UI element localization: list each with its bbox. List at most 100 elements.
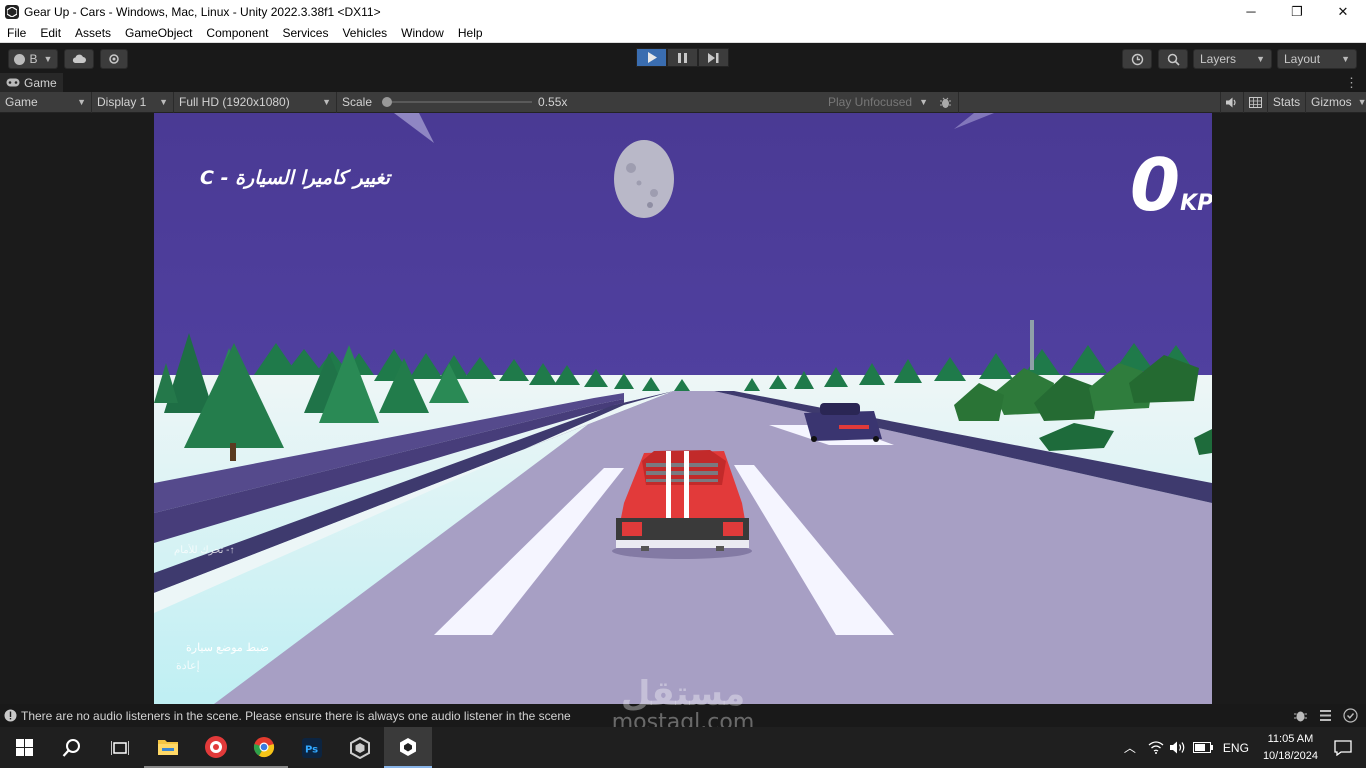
volume-icon[interactable] bbox=[1169, 741, 1187, 754]
clock[interactable]: 11:05 AM 10/18/2024 bbox=[1263, 731, 1318, 765]
display-select-label: Display 1 bbox=[97, 95, 147, 109]
menu-window[interactable]: Window bbox=[394, 26, 451, 40]
task-view-button[interactable] bbox=[96, 727, 144, 768]
play-icon bbox=[647, 52, 657, 63]
chevron-down-icon: ▼ bbox=[919, 97, 928, 107]
wifi-icon[interactable] bbox=[1148, 741, 1164, 754]
play-button[interactable] bbox=[636, 48, 667, 67]
menu-vehicles[interactable]: Vehicles bbox=[335, 26, 394, 40]
battery-icon[interactable] bbox=[1192, 742, 1213, 753]
menu-edit[interactable]: Edit bbox=[33, 26, 68, 40]
taskbar-chrome[interactable] bbox=[240, 727, 288, 768]
folder-icon bbox=[158, 739, 178, 755]
menu-help[interactable]: Help bbox=[451, 26, 490, 40]
search-button[interactable] bbox=[48, 727, 96, 768]
step-icon bbox=[708, 52, 719, 63]
scale-slider[interactable] bbox=[382, 96, 533, 108]
bug-icon[interactable] bbox=[1293, 708, 1308, 723]
step-button[interactable] bbox=[698, 48, 729, 67]
speed-unit: KPH bbox=[1180, 191, 1212, 216]
pause-icon bbox=[678, 52, 687, 63]
play-mode-select[interactable]: Play Unfocused ▼ bbox=[823, 92, 933, 113]
play-controls bbox=[636, 48, 729, 67]
photoshop-icon: Ps bbox=[302, 737, 322, 758]
mute-audio-button[interactable] bbox=[1220, 91, 1244, 113]
windows-logo-icon bbox=[15, 739, 33, 756]
taskbar-screen-recorder[interactable] bbox=[192, 727, 240, 768]
layers-dropdown[interactable]: Layers ▼ bbox=[1193, 49, 1272, 69]
taskbar-file-explorer[interactable] bbox=[144, 727, 192, 768]
aspect-button[interactable] bbox=[1244, 91, 1268, 113]
view-select[interactable]: Game ▼ bbox=[0, 91, 92, 113]
cloud-icon bbox=[72, 54, 86, 63]
gizmos-dropdown[interactable]: Gizmos ▼ bbox=[1306, 92, 1366, 113]
menu-assets[interactable]: Assets bbox=[68, 26, 118, 40]
menu-services[interactable]: Services bbox=[275, 26, 335, 40]
menu-gameobject[interactable]: GameObject bbox=[118, 26, 199, 40]
unity-hub-icon bbox=[350, 736, 370, 759]
chevron-down-icon: ▼ bbox=[322, 97, 331, 107]
chevron-down-icon: ▼ bbox=[1256, 54, 1265, 64]
close-button[interactable]: ✕ bbox=[1320, 0, 1366, 23]
progress-icon[interactable] bbox=[1318, 708, 1333, 723]
history-button[interactable] bbox=[1122, 49, 1152, 69]
maximize-button[interactable]: ❐ bbox=[1274, 0, 1320, 23]
clock-date: 10/18/2024 bbox=[1262, 749, 1318, 762]
chevron-up-icon[interactable]: ︿ bbox=[1124, 739, 1136, 756]
display-select[interactable]: Display 1 ▼ bbox=[92, 91, 174, 113]
notification-icon[interactable] bbox=[1334, 739, 1352, 756]
controls-hint-3: إعادة bbox=[176, 660, 200, 672]
resolution-select[interactable]: Full HD (1920x1080) ▼ bbox=[174, 91, 337, 113]
bug-icon bbox=[940, 97, 951, 108]
search-icon bbox=[1167, 53, 1180, 66]
input-language[interactable]: ENG bbox=[1223, 741, 1249, 755]
checkmark-icon[interactable] bbox=[1343, 708, 1358, 723]
warning-icon bbox=[4, 709, 17, 722]
chevron-down-icon: ▼ bbox=[1357, 97, 1366, 107]
layout-dropdown[interactable]: Layout ▼ bbox=[1277, 49, 1357, 69]
controls-hint-1: ↑- تحرك للأمام bbox=[174, 545, 235, 556]
editor-tab-bar: Game ⋮ bbox=[0, 73, 1366, 92]
layout-label: Layout bbox=[1284, 52, 1321, 66]
minimize-button[interactable]: ─ bbox=[1228, 0, 1274, 23]
clock-time: 11:05 AM bbox=[1267, 732, 1314, 745]
sky bbox=[154, 113, 1212, 393]
game-scene bbox=[154, 113, 1212, 704]
cloud-button[interactable] bbox=[64, 49, 94, 69]
menu-component[interactable]: Component bbox=[199, 26, 275, 40]
svg-text:Ps: Ps bbox=[305, 744, 318, 755]
start-button[interactable] bbox=[0, 727, 48, 768]
chrome-icon bbox=[253, 736, 275, 757]
account-dropdown[interactable]: B ▼ bbox=[8, 49, 58, 69]
search-button[interactable] bbox=[1158, 49, 1188, 69]
account-label: B bbox=[29, 52, 38, 66]
tab-game-label: Game bbox=[24, 75, 57, 90]
more-options-icon[interactable]: ⋮ bbox=[1345, 75, 1358, 91]
recorder-icon bbox=[205, 735, 227, 758]
gizmos-label: Gizmos bbox=[1311, 95, 1352, 109]
main-toolbar: B ▼ Layers ▼ Layout ▼ bbox=[0, 43, 1366, 73]
scale-control: Scale 0.55x bbox=[337, 92, 823, 113]
resolution-select-label: Full HD (1920x1080) bbox=[179, 95, 290, 109]
taskbar-unity-editor[interactable] bbox=[384, 727, 432, 768]
tab-game[interactable]: Game bbox=[0, 73, 63, 92]
taskbar-photoshop[interactable]: Ps bbox=[288, 727, 336, 768]
bug-button[interactable] bbox=[933, 91, 959, 113]
pause-button[interactable] bbox=[667, 48, 698, 67]
gear-icon bbox=[109, 54, 119, 64]
game-render-view[interactable]: تغيير كاميرا السيارة - C 0KPH ↑- تحرك لل… bbox=[154, 113, 1212, 704]
scale-slider-thumb[interactable] bbox=[382, 97, 393, 107]
account-icon bbox=[13, 53, 25, 65]
grid-icon bbox=[1249, 96, 1262, 108]
view-select-label: Game bbox=[5, 95, 38, 109]
console-status-bar[interactable]: There are no audio listeners in the scen… bbox=[0, 704, 1366, 727]
history-icon bbox=[1131, 53, 1143, 65]
menu-bar: File Edit Assets GameObject Component Se… bbox=[0, 23, 1366, 43]
collab-button[interactable] bbox=[100, 49, 128, 69]
menu-file[interactable]: File bbox=[0, 26, 33, 40]
stats-button[interactable]: Stats bbox=[1268, 91, 1306, 113]
system-tray: ︿ ENG 11:05 AM 10/18/2024 bbox=[1124, 727, 1366, 768]
chevron-down-icon: ▼ bbox=[77, 97, 86, 107]
taskbar-unity-hub[interactable] bbox=[336, 727, 384, 768]
chevron-down-icon: ▼ bbox=[159, 97, 168, 107]
